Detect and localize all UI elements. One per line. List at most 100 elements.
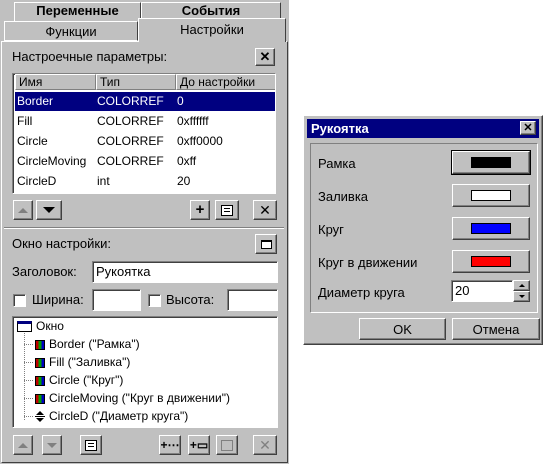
dialog-close-button[interactable]: ✕ [520,121,536,135]
arrow-down-icon [47,442,57,448]
tab-functions[interactable]: Функции [4,21,138,41]
tree-connector [24,398,33,399]
palette-icon [35,393,45,404]
table-row[interactable]: Fill COLORREF 0xffffff [15,112,275,131]
caption-input[interactable]: Рукоятка [92,261,278,283]
color-swatch [471,223,511,234]
height-checkbox[interactable] [148,294,161,307]
tree-item[interactable]: CircleMoving ("Круг в движении") [24,390,230,407]
col-value-label: До настройки [180,75,256,89]
tree-connector [24,416,33,417]
table-row[interactable]: Circle COLORREF 0xff0000 [15,132,275,151]
color-swatch [471,256,511,267]
tree-list-button[interactable] [80,435,102,455]
tree-item[interactable]: CircleD ("Диаметр круга") [24,408,188,425]
move-down-button[interactable] [36,200,62,220]
params-title: Настроечные параметры: [12,49,168,64]
cell-type: COLORREF [97,134,164,148]
move-up-button[interactable] [13,200,33,220]
table-row[interactable]: CircleMoving COLORREF 0xff [15,152,275,171]
tree-item-label: CircleD ("Диаметр круга") [49,409,189,423]
cancel-label: Отмена [472,321,520,337]
tree-move-down-button[interactable] [42,435,62,455]
cell-name: Border [17,94,54,108]
properties-icon [221,204,233,216]
height-input[interactable] [227,289,278,311]
list-icon [85,439,97,451]
controls-tree[interactable]: Окно Border ("Рамка") Fill ("Заливка") Cir… [12,316,278,428]
diameter-input[interactable]: 20 [451,280,513,302]
tree-item-label: Circle ("Круг") [49,373,124,387]
arrow-down-icon [43,207,55,213]
delete-param-button[interactable]: ✕ [253,200,277,220]
params-table[interactable]: Имя Тип До настройки Border COLORREF 0 Fill… [12,73,276,194]
diameter-spin-up[interactable] [513,280,530,291]
col-name-label: Имя [19,75,43,89]
tab-variables-label: Переменные [36,3,119,18]
tab-events-label: События [181,3,241,18]
properties-icon [221,439,233,451]
table-row[interactable]: CircleD int 20 [15,172,275,191]
cell-value: 0 [177,94,184,108]
color-picker-button[interactable] [452,184,530,207]
palette-icon [35,339,45,350]
cell-value: 0xff0000 [177,134,223,148]
add-param-button[interactable]: + [190,200,210,220]
cell-value: 20 [177,174,191,188]
width-label: Ширина: [32,292,84,307]
color-swatch [471,190,511,201]
close-icon: ✕ [259,49,271,64]
caption-label: Заголовок: [12,264,77,279]
diameter-spin-down[interactable] [513,291,530,302]
add-control-button[interactable]: +⋯ [159,435,181,455]
control-properties-button[interactable] [216,435,238,455]
cell-value: 0xffffff [177,114,209,128]
delete-icon: ✕ [259,437,271,453]
col-header-value[interactable]: До настройки [176,74,275,90]
col-header-name[interactable]: Имя [15,74,96,90]
tab-settings-label: Настройки [180,22,244,37]
tree-item[interactable]: Fill ("Заливка") [24,354,130,371]
spin-up-icon [518,284,525,287]
tab-variables[interactable]: Переменные [14,2,141,21]
delete-control-button[interactable]: ✕ [253,435,277,455]
tree-item-label: CircleMoving ("Круг в движении") [49,391,230,405]
cell-value: 0xff [177,154,197,168]
color-picker-button[interactable] [452,217,530,240]
delete-icon: ✕ [259,202,271,218]
plus-icon: + [195,201,205,218]
param-properties-button[interactable] [215,200,239,220]
tree-connector [24,380,33,381]
window-settings-title: Окно настройки: [12,236,111,251]
preview-button[interactable] [255,234,277,254]
width-input[interactable] [92,289,141,311]
add-item-icon: +⋯ [160,438,180,452]
col-header-type[interactable]: Тип [96,74,176,90]
tree-item[interactable]: Circle ("Круг") [24,372,123,389]
preview-dialog: Рукоятка ✕ Рамка Заливка Круг Круг в движен… [303,115,543,345]
tree-root-label: Окно [36,319,64,333]
dialog-titlebar[interactable]: Рукоятка [307,119,539,138]
cell-name: CircleMoving [17,154,87,168]
cell-type: COLORREF [97,114,164,128]
add-group-icon: +▭ [189,438,209,452]
add-group-button[interactable]: +▭ [188,435,210,455]
cancel-button[interactable]: Отмена [452,318,540,340]
tree-move-up-button[interactable] [13,435,33,455]
tab-functions-label: Функции [45,24,97,39]
tree-item-label: Fill ("Заливка") [49,355,131,369]
spin-icon [35,410,45,423]
col-type-label: Тип [100,75,121,89]
arrow-up-icon [18,442,28,448]
tree-item[interactable]: Border ("Рамка") [24,336,140,353]
ok-button[interactable]: OK [359,318,446,340]
params-close-button[interactable]: ✕ [255,48,275,66]
color-row-label: Круг [318,222,344,237]
color-picker-button[interactable] [451,150,531,175]
tab-settings[interactable]: Настройки [138,18,286,42]
diameter-label: Диаметр круга [318,285,405,300]
width-checkbox[interactable] [13,294,26,307]
color-picker-button[interactable] [452,250,530,273]
palette-icon [35,375,45,386]
table-row[interactable]: Border COLORREF 0 [15,92,275,111]
